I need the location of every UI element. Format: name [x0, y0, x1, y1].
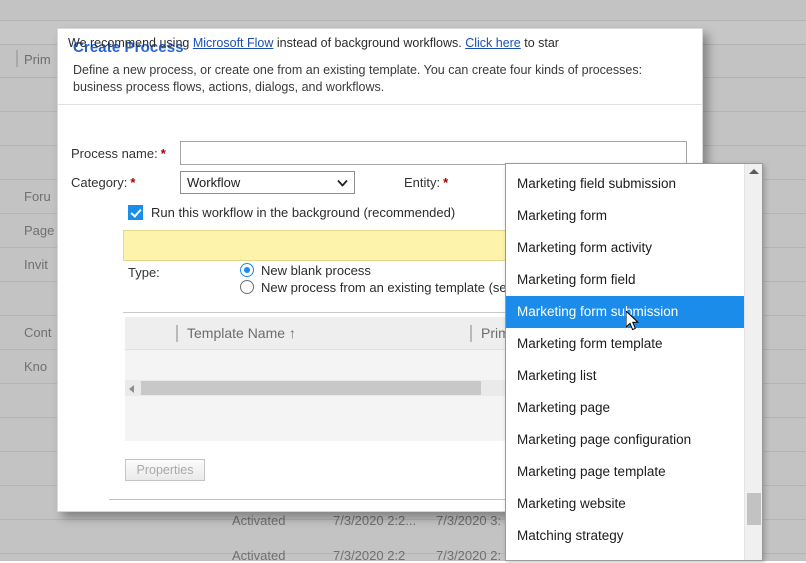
- background-column-header-primary[interactable]: Prim: [24, 52, 51, 67]
- table-cell-date-modified: 7/3/2020 3:: [436, 513, 502, 528]
- table-cell-status: Activated: [232, 513, 286, 528]
- table-cell: Kno: [24, 359, 48, 374]
- scroll-left-arrow-icon[interactable]: [129, 385, 134, 393]
- dropdown-item-marketing-form-template[interactable]: Marketing form template: [506, 328, 744, 360]
- entity-dropdown-popup: Marketing field submission Marketing for…: [505, 163, 763, 561]
- column-separator: [176, 325, 178, 342]
- background-column-separator: [16, 50, 18, 67]
- table-cell: Page: [24, 223, 55, 238]
- dropdown-item-marketing-list[interactable]: Marketing list: [506, 360, 744, 392]
- category-select[interactable]: Workflow: [180, 171, 355, 194]
- entity-label-text: Entity:: [404, 175, 441, 190]
- radio-new-blank-process-label[interactable]: New blank process: [261, 263, 371, 278]
- process-name-input[interactable]: [180, 141, 687, 165]
- process-name-label-text: Process name:: [71, 146, 158, 161]
- category-select-value: Workflow: [187, 175, 241, 190]
- radio-new-blank-process[interactable]: [240, 263, 254, 277]
- run-in-background-label[interactable]: Run this workflow in the background (rec…: [151, 205, 455, 220]
- category-label-text: Category:: [71, 175, 128, 190]
- table-cell: Invit: [24, 257, 48, 272]
- entity-dropdown-list: Marketing field submission Marketing for…: [506, 164, 744, 560]
- scroll-up-arrow-icon[interactable]: [749, 169, 759, 174]
- chevron-down-icon: [337, 179, 348, 186]
- dropdown-item-marketing-website[interactable]: Marketing website: [506, 488, 744, 520]
- type-label: Type:: [128, 265, 160, 280]
- dropdown-item-matching-strategy[interactable]: Matching strategy: [506, 520, 744, 552]
- process-name-label: Process name: *: [71, 146, 166, 161]
- dropdown-item-marketing-page-configuration[interactable]: Marketing page configuration: [506, 424, 744, 456]
- radio-new-process-from-template[interactable]: [240, 280, 254, 294]
- banner-text-part-3: to star: [520, 36, 559, 50]
- required-asterisk: *: [443, 175, 449, 190]
- run-in-background-checkbox[interactable]: [128, 205, 143, 220]
- horizontal-scrollbar-thumb[interactable]: [141, 381, 481, 395]
- dropdown-item-marketing-form-submission[interactable]: Marketing form submission: [506, 296, 744, 328]
- dropdown-item-marketing-page-template[interactable]: Marketing page template: [506, 456, 744, 488]
- category-label: Category: *: [71, 175, 135, 190]
- banner-text-part-1: We recommend using: [68, 36, 193, 50]
- background-toolbar: [0, 0, 806, 21]
- required-asterisk: *: [130, 175, 136, 190]
- dropdown-scrollbar-thumb[interactable]: [747, 493, 761, 525]
- dropdown-item-marketing-form-field[interactable]: Marketing form field: [506, 264, 744, 296]
- dropdown-scrollbar[interactable]: [744, 164, 762, 560]
- dropdown-item-marketing-form[interactable]: Marketing form: [506, 200, 744, 232]
- properties-button[interactable]: Properties: [125, 459, 205, 481]
- column-separator: [470, 325, 472, 342]
- column-header-template-name[interactable]: Template Name ↑: [187, 325, 296, 341]
- table-cell: Foru: [24, 189, 51, 204]
- click-here-link[interactable]: Click here: [465, 36, 521, 50]
- table-cell: Cont: [24, 325, 52, 340]
- microsoft-flow-link[interactable]: Microsoft Flow: [193, 36, 274, 50]
- dropdown-item-marketing-page[interactable]: Marketing page: [506, 392, 744, 424]
- entity-label: Entity: *: [404, 175, 448, 190]
- banner-text-part-2: instead of background workflows.: [273, 36, 466, 50]
- dialog-description: Define a new process, or create one from…: [73, 63, 643, 94]
- dropdown-item-marketing-field-submission[interactable]: Marketing field submission: [506, 168, 744, 200]
- dropdown-item-marketing-form-activity[interactable]: Marketing form activity: [506, 232, 744, 264]
- table-cell-date-created: 7/3/2020 2:2...: [333, 513, 417, 528]
- microsoft-flow-banner-text: We recommend using Microsoft Flow instea…: [68, 36, 559, 50]
- required-asterisk: *: [160, 146, 166, 161]
